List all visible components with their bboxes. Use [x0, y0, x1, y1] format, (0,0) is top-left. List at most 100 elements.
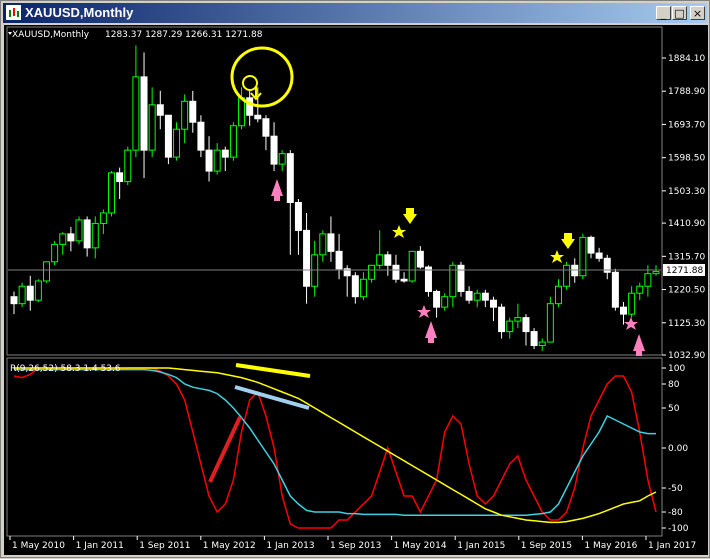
maximize-button[interactable]: □	[672, 6, 687, 20]
price-tick-label: 1788.90	[668, 87, 705, 97]
candle-body	[644, 273, 652, 287]
candle-body	[416, 250, 424, 268]
yellow-star-icon	[392, 225, 406, 238]
candle-body	[238, 97, 246, 127]
time-axis: 1 May 2010 1 Jan 2011 1 Sep 2011 1 May 2012…	[9, 536, 696, 551]
candle-body	[148, 104, 156, 151]
candle-body	[246, 97, 254, 116]
candle-body	[262, 118, 270, 137]
price-tick-label: 1315.70	[668, 252, 705, 262]
price-tick-label: 1032.90	[668, 351, 705, 361]
candle-body	[611, 271, 619, 308]
indicator-cyan-line	[14, 368, 656, 516]
candle-body	[636, 285, 644, 294]
indicator-tick-label: 0.00	[668, 444, 688, 454]
pink-up-arrow-icon	[271, 179, 283, 201]
indicator-tick-label: 50	[668, 404, 680, 414]
candle-body	[652, 271, 660, 275]
indicator-tick-label: 80	[668, 380, 680, 390]
indicator-label: R(9,26,52) 58.3 1.4 53.6	[10, 364, 121, 374]
candle-body	[311, 254, 319, 287]
candle-body	[457, 264, 465, 292]
indicator-tick-label: 100	[668, 364, 685, 374]
price-tick-label: 1220.50	[668, 286, 705, 296]
candle-body	[319, 233, 327, 256]
candle-body	[34, 280, 42, 301]
yellow-circle-annotation	[230, 46, 294, 108]
candle-body	[83, 219, 91, 249]
price-tick-label: 1884.10	[668, 54, 705, 64]
price-tick-label: 1410.90	[668, 219, 705, 229]
candle-body	[424, 266, 432, 292]
candle-body	[213, 149, 221, 172]
candle-body	[43, 261, 51, 282]
pink-up-arrow-icon	[633, 334, 645, 356]
candle-body	[18, 285, 26, 305]
candle-body	[10, 296, 18, 305]
price-tick-label: 1693.70	[668, 120, 705, 130]
candle-body	[327, 233, 335, 252]
close-button[interactable]: ×	[690, 6, 705, 20]
time-tick-label: 1 May 2012	[203, 541, 256, 551]
title-bar[interactable]: XAUUSD,Monthly _ □ ×	[3, 3, 707, 23]
candle-body	[530, 331, 538, 347]
candle-body	[132, 76, 140, 151]
candle-body	[278, 153, 286, 165]
chart-svg[interactable]: 1884.10 1788.90 1693.70 1598.50 1503.30 1410.…	[4, 25, 708, 555]
price-tick-label: 1598.50	[668, 154, 705, 164]
indicator-yellow-line	[14, 367, 657, 524]
candle-body	[205, 149, 213, 172]
time-tick-label: 1 Jan 2017	[648, 541, 696, 551]
chart-window: XAUUSD,Monthly _ □ × 1884.10 1788.90 1693.…	[0, 0, 710, 558]
candle-body	[554, 285, 562, 305]
candle-body	[538, 341, 546, 347]
candle-body	[595, 252, 603, 259]
candle-body	[351, 275, 359, 298]
current-price-label: 1271.88	[666, 266, 703, 276]
candle-body	[563, 264, 571, 287]
ohlc-values: 1283.37 1287.29 1266.31 1271.88	[105, 30, 263, 40]
candle-body	[229, 125, 237, 158]
candle-body	[368, 264, 376, 280]
candle-body	[489, 299, 497, 308]
main-panel-border	[6, 26, 663, 356]
candle-body	[270, 135, 278, 165]
candle-body	[286, 153, 294, 203]
candle-body	[628, 292, 636, 315]
indicator-axis: 100 80 50 0.00 -50 -80 -100	[662, 364, 689, 534]
candle-body	[465, 290, 473, 301]
time-tick-label: 1 Jan 2015	[457, 541, 505, 551]
candle-body	[392, 264, 400, 280]
candle-body	[181, 100, 189, 130]
indicator-tick-label: -50	[668, 484, 683, 494]
candle-body	[522, 317, 530, 333]
indicator-tick-label: -100	[668, 524, 689, 534]
candle-body	[433, 290, 441, 308]
candle-body	[335, 250, 343, 270]
chart-app-icon	[6, 5, 21, 20]
candle-body	[156, 104, 164, 116]
time-tick-label: 1 Sep 2013	[330, 541, 381, 551]
price-axis: 1884.10 1788.90 1693.70 1598.50 1503.30 1410.…	[662, 54, 705, 361]
candle-body	[546, 303, 554, 343]
chart-canvas[interactable]: 1884.10 1788.90 1693.70 1598.50 1503.30 1410.…	[4, 25, 708, 555]
candle-body	[473, 292, 481, 301]
candle-body	[254, 114, 262, 120]
candle-body	[408, 250, 416, 282]
yellow-trend-annotation	[235, 363, 311, 378]
candle-body	[91, 222, 99, 249]
candle-body	[221, 149, 229, 158]
time-tick-label: 1 May 2016	[584, 541, 637, 551]
candle-body	[303, 229, 311, 287]
candle-body	[173, 128, 181, 158]
candle-body	[441, 296, 449, 308]
candle-body	[481, 292, 489, 301]
pink-star-icon	[624, 317, 638, 330]
red-trend-annotation	[208, 416, 242, 483]
candle-body	[197, 121, 205, 151]
candle-body	[124, 149, 132, 183]
indicator-lines	[13, 367, 657, 529]
candle-body	[51, 243, 59, 263]
candle-body	[619, 306, 627, 315]
minimize-button[interactable]: _	[656, 6, 671, 20]
